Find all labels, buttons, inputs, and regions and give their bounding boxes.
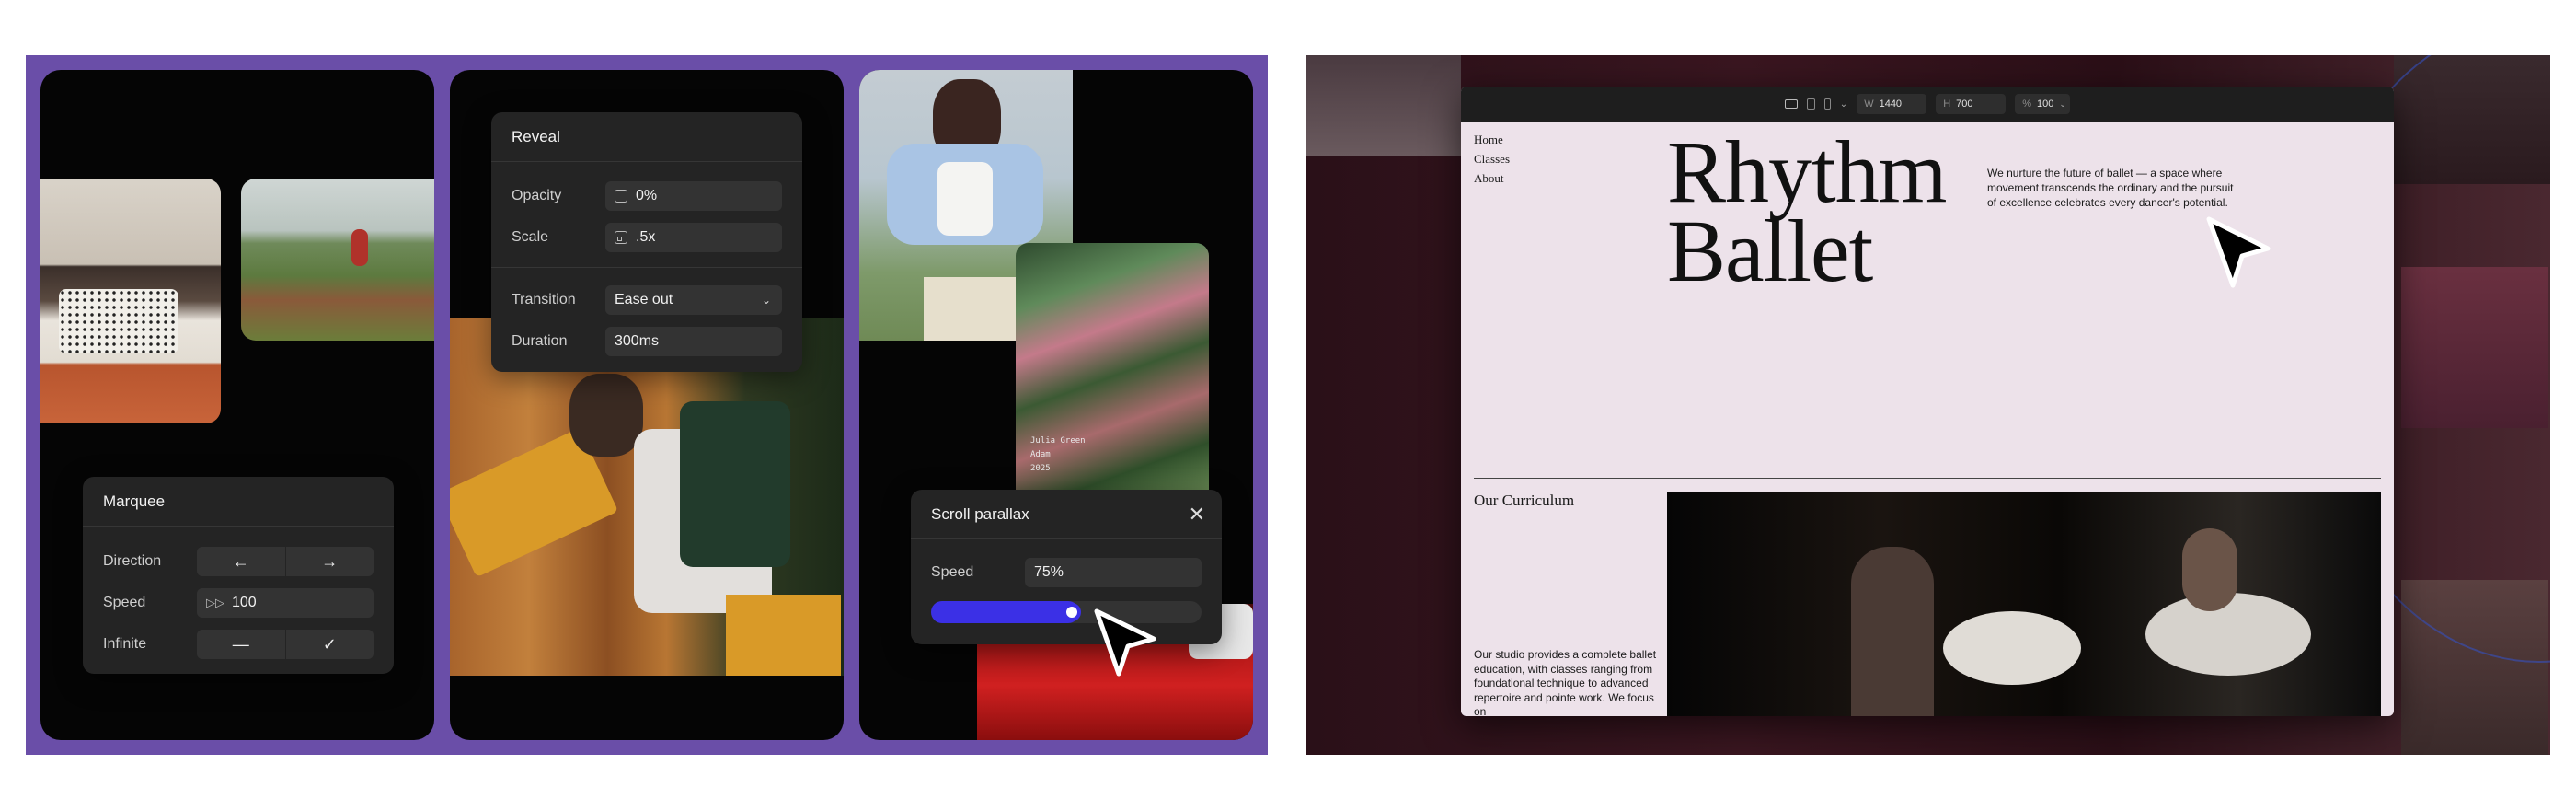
scale-label: Scale [512,229,549,245]
photo-ballet-dancers [1667,492,2381,716]
opacity-label: Opacity [512,188,562,203]
scale-icon [615,231,627,244]
section-divider [1474,478,2381,479]
opacity-value: 0% [636,188,658,203]
nav-about[interactable]: About [1474,171,1504,186]
infinite-toggle: — ✓ [197,630,374,659]
scale-value: .5x [636,229,656,245]
caption-line-1: Julia Green [1030,436,1086,446]
zoom-value: 100 [2036,98,2054,110]
speed-row: Speed ▷▷ 100 [103,588,374,618]
hero-description: We nurture the future of ballet — a spac… [1987,167,2234,209]
website-builder-showcase: ⌄ W 1440 H 700 % 100 ⌄ Home Classes Abou… [1306,55,2550,755]
chevron-down-icon: ⌄ [2059,98,2066,109]
duration-input[interactable]: 300ms [605,327,782,356]
photo-caption: Julia Green Adam 2025 [1030,434,1086,476]
photo-blurred-flowers: Julia Green Adam 2025 [1016,243,1209,510]
cursor-arrow-icon [1094,608,1156,677]
arrow-left-icon[interactable]: ← [197,547,285,576]
zoom-label: % [2022,98,2031,110]
width-label: W [1864,98,1874,110]
caption-line-3: 2025 [1030,464,1051,473]
zoom-field[interactable]: % 100 ⌄ [2015,94,2071,114]
caption-line-2: Adam [1030,450,1051,459]
nav-classes[interactable]: Classes [1474,152,1510,167]
hero-title: Rhythm Ballet [1667,122,1947,300]
nav-home[interactable]: Home [1474,133,1503,147]
close-icon[interactable]: ✕ [1189,504,1205,525]
opacity-input[interactable]: 0% [605,181,782,211]
fast-forward-icon: ▷▷ [206,596,224,609]
marquee-speed-value: 100 [232,595,257,610]
height-value: 700 [1956,98,1973,110]
browser-toolbar: ⌄ W 1440 H 700 % 100 ⌄ [1461,87,2394,122]
width-value: 1440 [1879,98,1903,110]
reveal-panel-title: Reveal [491,112,802,162]
chevron-down-icon: ⌄ [761,294,771,307]
hero-title-line-1: Rhythm [1667,122,1947,221]
duration-label: Duration [512,333,568,349]
infinite-row: Infinite — ✓ [103,630,374,659]
desktop-icon[interactable] [1784,99,1798,109]
marquee-speed-input[interactable]: ▷▷ 100 [197,588,374,618]
parallax-speed-label: Speed [931,564,974,580]
marquee-panel: Marquee Direction ← → Speed ▷▷ 100 Infin… [83,477,394,674]
arrow-right-icon[interactable]: → [284,547,374,576]
column-marquee: Marquee Direction ← → Speed ▷▷ 100 Infin… [40,70,434,740]
height-field[interactable]: H 700 [1936,94,2007,114]
hero-title-line-2: Ballet [1667,202,1873,300]
direction-row: Direction ← → [103,547,374,576]
curriculum-description: Our studio provides a complete ballet ed… [1474,648,1657,716]
check-icon[interactable]: ✓ [284,630,374,659]
chevron-down-icon[interactable]: ⌄ [1840,99,1847,110]
transition-label: Transition [512,292,576,307]
parallax-speed-row: Speed 75% [931,558,1202,587]
opacity-icon [615,190,627,203]
scale-input[interactable]: .5x [605,223,782,252]
infinite-label: Infinite [103,636,147,652]
duration-row: Duration 300ms [512,327,782,356]
motion-effects-showcase: Marquee Direction ← → Speed ▷▷ 100 Infin… [26,55,1268,755]
transition-value: Ease out [615,292,673,307]
background-photo-dancers [1306,55,1461,156]
parallax-panel-title: Scroll parallax [911,490,1222,539]
speed-label: Speed [103,595,146,610]
opacity-row: Opacity 0% [512,181,782,211]
photo-meadow [241,179,434,341]
photo-bedroom [40,179,221,423]
cursor-arrow-icon [2206,216,2271,288]
slider-fill [931,601,1079,623]
height-label: H [1943,98,1951,110]
tablet-icon[interactable] [1806,98,1815,110]
photo-portrait-yellow [450,318,844,676]
scroll-parallax-panel: Scroll parallax ✕ Speed 75% [911,490,1222,644]
curriculum-title: Our Curriculum [1474,492,1575,509]
parallax-speed-input[interactable]: 75% [1025,558,1202,587]
marquee-panel-title: Marquee [83,477,394,527]
duration-value: 300ms [615,333,660,349]
direction-label: Direction [103,553,162,569]
transition-row: Transition Ease out ⌄ [512,285,782,315]
slider-knob[interactable] [1063,603,1081,621]
column-parallax: Julia Green Adam 2025 Scroll parallax ✕ … [859,70,1253,740]
width-field[interactable]: W 1440 [1857,94,1927,114]
scale-row: Scale .5x [512,223,782,252]
column-reveal: Reveal Opacity 0% Scale .5x Transition E… [450,70,844,740]
reveal-panel: Reveal Opacity 0% Scale .5x Transition E… [491,112,802,372]
direction-toggle: ← → [197,547,374,576]
transition-select[interactable]: Ease out ⌄ [605,285,782,315]
phone-icon[interactable] [1823,98,1831,110]
browser-preview: ⌄ W 1440 H 700 % 100 ⌄ Home Classes Abou… [1461,87,2394,716]
minus-icon[interactable]: — [197,630,285,659]
parallax-speed-value: 75% [1034,564,1064,580]
